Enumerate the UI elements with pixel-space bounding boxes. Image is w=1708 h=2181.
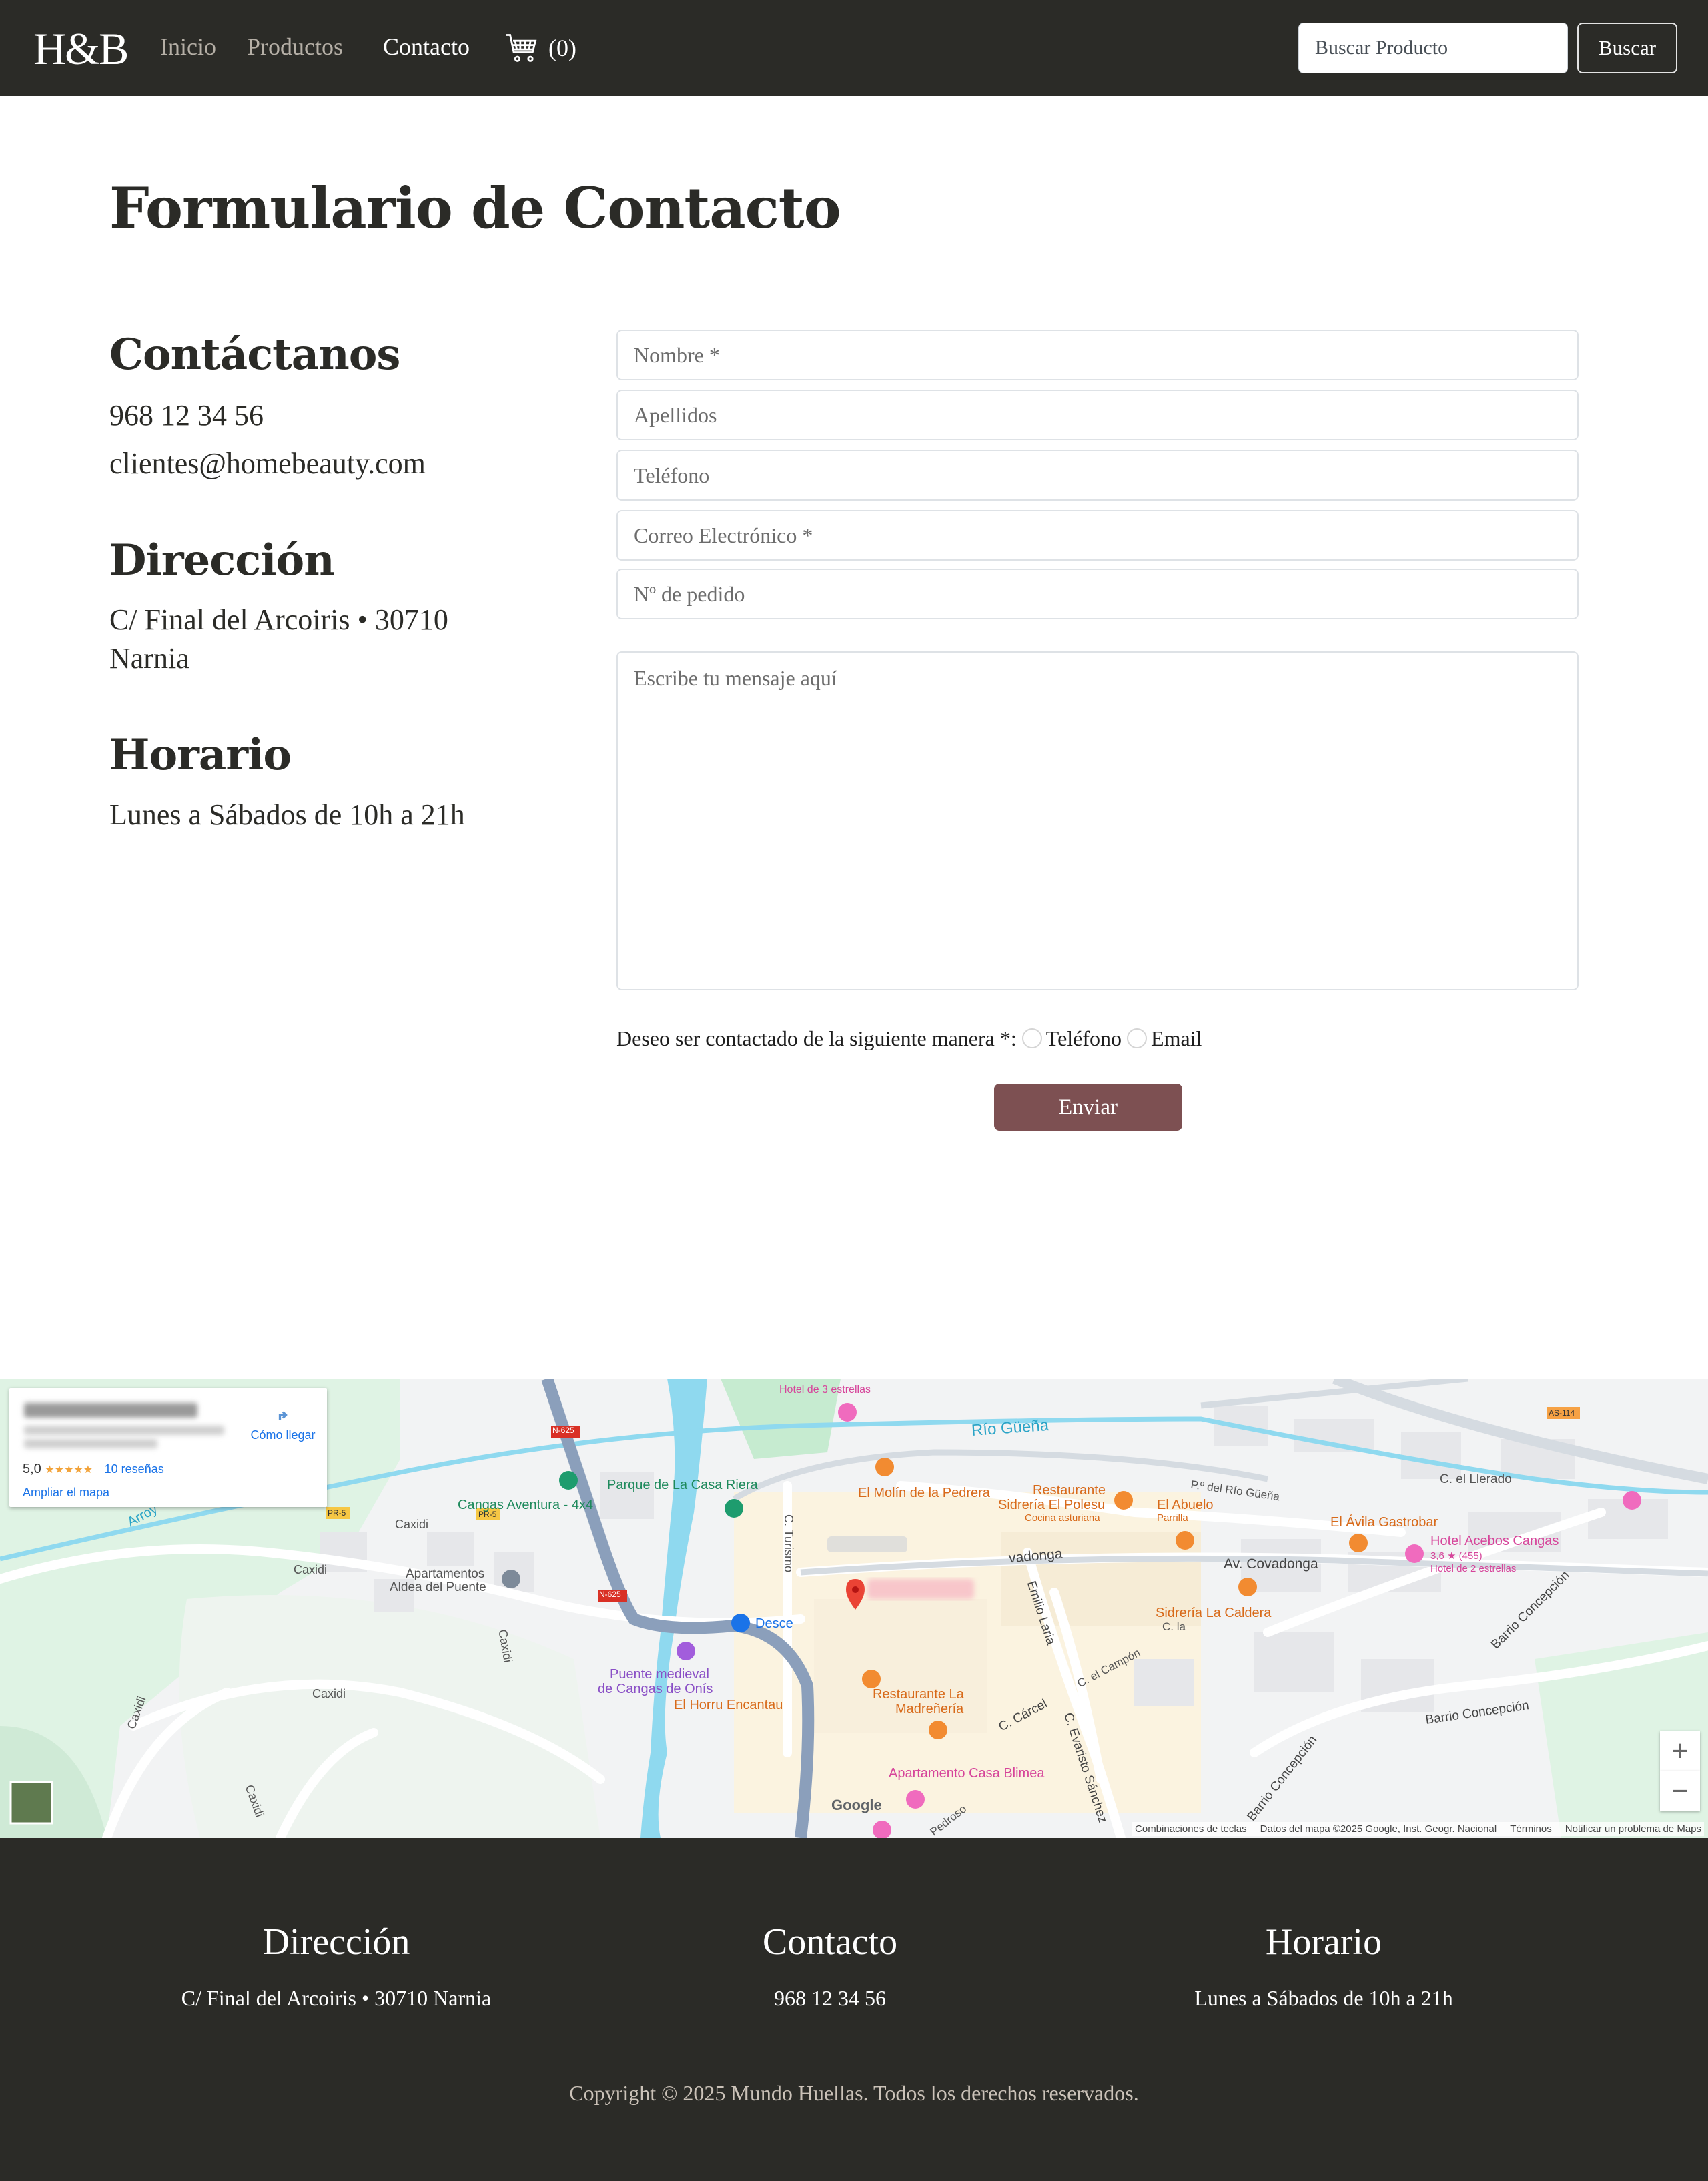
contact-preference: Deseo ser contactado de la siguiente man… bbox=[616, 1021, 1202, 1056]
brand-logo[interactable]: H&B bbox=[33, 19, 129, 79]
map-data-credit: Datos del mapa ©2025 Google, Inst. Geogr… bbox=[1260, 1823, 1497, 1835]
map-label-acebos: Hotel Acebos Cangas bbox=[1430, 1534, 1559, 1548]
address-line1: C/ Final del Arcoiris • 30710 bbox=[109, 603, 448, 636]
rating-value: 5,0 bbox=[23, 1462, 41, 1476]
map-label-caldera: Sidrería La Caldera bbox=[1156, 1606, 1272, 1620]
map-report-problem[interactable]: Notificar un problema de Maps bbox=[1565, 1823, 1701, 1835]
map-shield-n625-2: N-625 bbox=[599, 1590, 621, 1599]
page-title: Formulario de Contacto bbox=[109, 175, 841, 241]
copyright: Copyright © 2025 Mundo Huellas. Todos lo… bbox=[569, 2081, 1139, 2105]
map-label-apartamentos: Apartamentos bbox=[406, 1567, 485, 1581]
nav-link-inicio[interactable]: Inicio bbox=[160, 29, 216, 64]
map-label-desce: Desce bbox=[755, 1616, 793, 1631]
directions-icon bbox=[273, 1405, 293, 1425]
map-label-madreneria-2: Madreñería bbox=[895, 1702, 964, 1717]
map-label-hotel: Hotel de 3 estrellas bbox=[779, 1384, 871, 1395]
map-label-aldea: Aldea del Puente bbox=[390, 1580, 486, 1594]
map-shield-n625-1: N-625 bbox=[552, 1426, 574, 1435]
zoom-out-button[interactable]: − bbox=[1660, 1771, 1700, 1811]
directions-label: Cómo llegar bbox=[250, 1428, 316, 1442]
map-label-puente: Puente medieval bbox=[610, 1667, 709, 1682]
map-label-puente-2: de Cangas de Onís bbox=[598, 1682, 713, 1696]
email-field[interactable] bbox=[616, 510, 1579, 561]
footer-hours-heading: Horario bbox=[1265, 1921, 1382, 1963]
map-label-polesu: Restaurante bbox=[1033, 1483, 1106, 1498]
nav-link-productos[interactable]: Productos bbox=[247, 29, 343, 64]
footer-address-text: C/ Final del Arcoiris • 30710 Narnia bbox=[181, 1986, 492, 2010]
map-shield-as114: AS-114 bbox=[1549, 1408, 1575, 1418]
footer-contact-text: 968 12 34 56 bbox=[774, 1986, 886, 2010]
map-terms[interactable]: Términos bbox=[1510, 1823, 1552, 1835]
footer-address: Dirección C/ Final del Arcoiris • 30710 … bbox=[103, 1917, 570, 2014]
map-label-caxidi-2: Caxidi bbox=[294, 1563, 328, 1576]
footer-hours-text: Lunes a Sábados de 10h a 21h bbox=[1194, 1986, 1453, 2010]
map-label-abuelo: El Abuelo bbox=[1157, 1498, 1214, 1512]
map-shield-pr5-2: PR-5 bbox=[328, 1508, 346, 1518]
map-keyboard-shortcuts[interactable]: Combinaciones de teclas bbox=[1135, 1823, 1247, 1835]
map-label-caxidi-1: Caxidi bbox=[395, 1518, 429, 1531]
footer: Dirección C/ Final del Arcoiris • 30710 … bbox=[0, 1838, 1708, 2181]
map-label-turismo: C. Turismo bbox=[782, 1514, 796, 1573]
nav-link-contacto[interactable]: Contacto bbox=[383, 29, 470, 64]
navbar: H&B Inicio Productos Contacto (0) Buscar bbox=[0, 0, 1708, 96]
map-place-card: Cómo llegar 5,0 ★★★★★ 10 reseñas Ampliar… bbox=[9, 1388, 327, 1507]
map-label-molin: El Molín de la Pedrera bbox=[858, 1486, 990, 1500]
cart-link[interactable]: (0) bbox=[504, 28, 576, 68]
order-number-field[interactable] bbox=[616, 569, 1579, 619]
contact-heading: Contáctanos bbox=[109, 330, 400, 380]
map-label-horru: El Horru Encantau bbox=[674, 1698, 783, 1712]
map-label-polesu-name: Sidrería El Polesu bbox=[998, 1498, 1106, 1512]
reviews-link[interactable]: 10 reseñas bbox=[105, 1462, 164, 1476]
footer-contact-heading: Contacto bbox=[762, 1921, 898, 1963]
cart-count: (0) bbox=[548, 35, 576, 61]
map-label-polesu-type: Cocina asturiana bbox=[1025, 1512, 1100, 1524]
search-button[interactable]: Buscar bbox=[1577, 23, 1677, 73]
message-field[interactable] bbox=[616, 651, 1579, 990]
embedded-map[interactable]: Hotel de 3 estrellas Río Güeña Parque de… bbox=[0, 1379, 1708, 1838]
cart-icon bbox=[506, 34, 537, 62]
directions-link[interactable]: Cómo llegar bbox=[243, 1403, 323, 1442]
map-label-avila: El Ávila Gastrobar bbox=[1330, 1515, 1438, 1530]
map-label-c-la: C. la bbox=[1162, 1620, 1186, 1633]
radio-phone-label[interactable]: Teléfono bbox=[1046, 1026, 1122, 1051]
radio-phone[interactable] bbox=[1021, 1028, 1042, 1048]
footer-address-heading: Dirección bbox=[262, 1921, 410, 1963]
contact-email: clientes@homebeauty.com bbox=[109, 447, 426, 480]
rating-stars: ★★★★★ bbox=[45, 1464, 93, 1476]
phone-field[interactable] bbox=[616, 450, 1579, 501]
map-label-madreneria: Restaurante La bbox=[873, 1687, 964, 1702]
map-label-acebos-rating: 3,6 ★ (455) bbox=[1430, 1550, 1482, 1562]
hours-heading: Horario bbox=[109, 730, 292, 780]
place-address-blurred bbox=[24, 1426, 224, 1435]
address-heading: Dirección bbox=[109, 535, 335, 585]
map-shield-pr5-1: PR-5 bbox=[478, 1510, 497, 1519]
map-label-park: Parque de La Casa Riera bbox=[607, 1478, 758, 1492]
search-input[interactable] bbox=[1298, 23, 1568, 73]
footer-hours: Horario Lunes a Sábados de 10h a 21h bbox=[1090, 1917, 1557, 2014]
map-attribution: Combinaciones de teclas Datos del mapa ©… bbox=[1132, 1822, 1704, 1836]
name-field[interactable] bbox=[616, 330, 1579, 380]
place-address-blurred-2 bbox=[24, 1439, 157, 1448]
footer-contact: Contacto 968 12 34 56 bbox=[596, 1917, 1063, 2014]
map-label-abuelo-type: Parrilla bbox=[1157, 1512, 1188, 1524]
google-logo: Google bbox=[831, 1797, 882, 1813]
place-rating: 5,0 ★★★★★ 10 reseñas bbox=[23, 1462, 164, 1477]
contact-phone: 968 12 34 56 bbox=[109, 399, 264, 432]
map-label-blimea: Apartamento Casa Blimea bbox=[889, 1766, 1045, 1781]
surname-field[interactable] bbox=[616, 390, 1579, 440]
radio-email[interactable] bbox=[1127, 1028, 1148, 1048]
place-name-blurred bbox=[24, 1403, 197, 1418]
hours-text: Lunes a Sábados de 10h a 21h bbox=[109, 798, 465, 831]
zoom-in-button[interactable]: + bbox=[1660, 1731, 1700, 1771]
contact-preference-label: Deseo ser contactado de la siguiente man… bbox=[616, 1026, 1017, 1050]
map-label-llerado: C. el Llerado bbox=[1440, 1472, 1512, 1486]
map-label-caxidi-3: Caxidi bbox=[312, 1687, 346, 1700]
map-label-covadonga: Av. Covadonga bbox=[1224, 1556, 1318, 1572]
submit-button[interactable]: Enviar bbox=[994, 1084, 1182, 1131]
address-line2: Narnia bbox=[109, 642, 189, 675]
enlarge-map-link[interactable]: Ampliar el mapa bbox=[23, 1486, 109, 1500]
map-label-acebos-type: Hotel de 2 estrellas bbox=[1430, 1563, 1517, 1574]
radio-email-label[interactable]: Email bbox=[1151, 1026, 1202, 1051]
